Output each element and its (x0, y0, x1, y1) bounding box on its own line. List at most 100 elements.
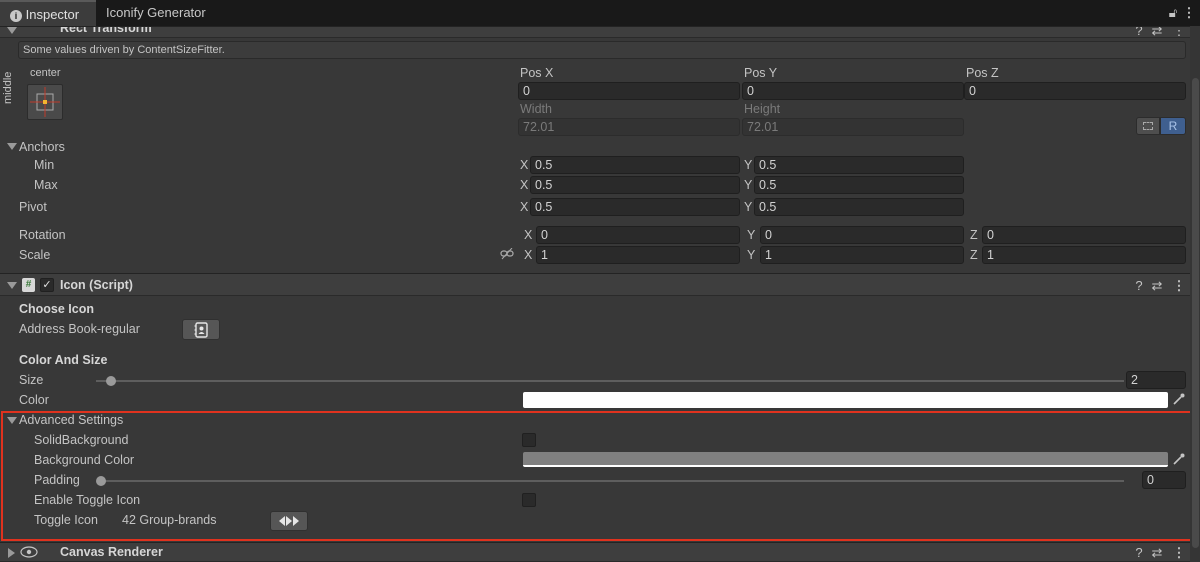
pos-y-field[interactable]: 0 (742, 82, 964, 100)
min-x-field[interactable]: 0.5 (530, 156, 740, 174)
info-icon: i (10, 9, 22, 22)
canvas-renderer-header[interactable]: Canvas Renderer ? ⇄ ⋮ (0, 542, 1200, 562)
pos-y-label: Pos Y (744, 66, 778, 80)
inspector-scrollbar-thumb[interactable] (1192, 78, 1199, 548)
pivot-x-field[interactable]: 0.5 (530, 198, 740, 216)
pos-z-field[interactable]: 0 (964, 82, 1186, 100)
color-field[interactable] (523, 392, 1168, 408)
scale-z-axis-label: Z (970, 248, 978, 262)
enable-toggle-icon-checkbox[interactable] (522, 493, 536, 507)
rot-y-axis-label: Y (747, 228, 756, 242)
scale-x-axis-label: X (524, 248, 533, 262)
rot-x-axis-label: X (524, 228, 533, 242)
enabled-checkbox[interactable]: ✓ (40, 278, 54, 292)
anchor-horizontal-label: center (30, 67, 61, 79)
padding-slider-track[interactable] (98, 480, 1124, 482)
link-broken-icon (500, 247, 514, 260)
foldout-arrow-icon[interactable] (7, 27, 17, 34)
scale-z-field[interactable]: 1 (982, 246, 1186, 264)
width-field: 72.01 (518, 118, 740, 136)
pivot-y-field[interactable]: 0.5 (754, 198, 964, 216)
anchors-foldout-label[interactable]: Anchors (19, 140, 65, 154)
pivot-label: Pivot (19, 200, 47, 214)
context-menu-icon[interactable]: ⋮ (1172, 545, 1186, 561)
rotation-label: Rotation (19, 228, 66, 242)
pos-x-field[interactable]: 0 (518, 82, 740, 100)
lock-icon[interactable]: 🔓︎ (1166, 5, 1180, 21)
max-x-field[interactable]: 0.5 (530, 176, 740, 194)
min-label: Min (34, 158, 55, 172)
raw-edit-button[interactable]: R (1160, 117, 1186, 135)
help-icon[interactable]: ? (1132, 27, 1146, 37)
height-label: Height (744, 102, 781, 116)
rect-transform-header[interactable]: Rect Transform ? ⇄ ⋮ (0, 26, 1200, 38)
eye-icon (20, 546, 38, 561)
help-icon[interactable]: ? (1132, 278, 1146, 293)
scale-y-field[interactable]: 1 (760, 246, 964, 264)
advanced-settings-foldout[interactable]: Advanced Settings (19, 413, 123, 427)
scale-x-field[interactable]: 1 (536, 246, 740, 264)
min-y-field[interactable]: 0.5 (754, 156, 964, 174)
tab-iconify-label: Iconify Generator (106, 5, 206, 20)
icon-picker-button[interactable] (182, 319, 220, 340)
tab-iconify-generator[interactable]: Iconify Generator (96, 0, 216, 26)
anchor-preset-button[interactable] (27, 84, 63, 120)
max-label: Max (34, 178, 58, 192)
background-color-label: Background Color (34, 453, 135, 467)
toggle-icon-label: Toggle Icon (34, 513, 98, 527)
canvas-renderer-foldout-icon[interactable] (8, 548, 15, 558)
icon-script-title: Icon (Script) (60, 278, 133, 292)
color-label: Color (19, 393, 49, 407)
solid-background-checkbox[interactable] (522, 433, 536, 447)
size-slider-track[interactable] (96, 380, 1124, 382)
tab-inspector[interactable]: i Inspector (0, 0, 96, 26)
rect-transform-title: Rect Transform (60, 26, 152, 35)
rot-x-field[interactable]: 0 (536, 226, 740, 244)
menu-icon[interactable]: ⋮ (1182, 5, 1196, 21)
context-menu-icon[interactable]: ⋮ (1172, 278, 1186, 294)
preset-icon[interactable]: ⇄ (1150, 27, 1164, 37)
preset-icon[interactable]: ⇄ (1150, 278, 1164, 294)
height-field: 72.01 (742, 118, 964, 136)
pivot-x-axis-label: X (520, 200, 529, 214)
scale-label: Scale (19, 248, 51, 262)
canvas-renderer-title: Canvas Renderer (60, 545, 163, 559)
padding-field[interactable]: 0 (1142, 471, 1186, 489)
eyedropper-icon[interactable] (1172, 453, 1186, 468)
width-label: Width (520, 102, 552, 116)
anchors-foldout-icon[interactable] (7, 143, 17, 150)
max-x-axis-label: X (520, 178, 529, 192)
preset-icon[interactable]: ⇄ (1150, 545, 1164, 561)
rot-z-field[interactable]: 0 (982, 226, 1186, 244)
toggle-icon-picker-button[interactable] (270, 511, 308, 531)
eyedropper-icon[interactable] (1172, 393, 1186, 408)
toggle-icon-name: 42 Group-brands (122, 513, 217, 527)
eyedropper-svg-icon (1173, 453, 1185, 465)
padding-label: Padding (34, 473, 80, 487)
tab-inspector-label: Inspector (25, 7, 80, 22)
rot-y-field[interactable]: 0 (760, 226, 964, 244)
address-book-icon (194, 322, 208, 338)
blueprint-mode-button[interactable] (1136, 117, 1160, 135)
driven-info-box: Some values driven by ContentSizeFitter. (18, 41, 1186, 59)
advanced-foldout-icon[interactable] (7, 417, 17, 424)
size-field[interactable]: 2 (1126, 371, 1186, 389)
pos-z-label: Pos Z (966, 66, 999, 80)
pivot-y-axis-label: Y (744, 200, 753, 214)
color-size-header: Color And Size (19, 353, 108, 367)
anchor-vertical-label: middle (2, 71, 14, 104)
min-x-axis-label: X (520, 158, 529, 172)
size-slider-knob[interactable] (106, 376, 116, 386)
constrain-proportions-icon[interactable] (500, 247, 514, 263)
context-menu-icon[interactable]: ⋮ (1172, 27, 1186, 37)
min-y-axis-label: Y (744, 158, 753, 172)
icon-script-foldout-icon[interactable] (7, 282, 17, 289)
background-color-field[interactable] (523, 452, 1168, 467)
padding-slider-knob[interactable] (96, 476, 106, 486)
icon-script-header[interactable]: # ✓ Icon (Script) ? ⇄ ⋮ (0, 273, 1200, 296)
pos-x-label: Pos X (520, 66, 554, 80)
max-y-field[interactable]: 0.5 (754, 176, 964, 194)
help-icon[interactable]: ? (1132, 545, 1146, 560)
size-label: Size (19, 373, 44, 387)
scale-y-axis-label: Y (747, 248, 756, 262)
